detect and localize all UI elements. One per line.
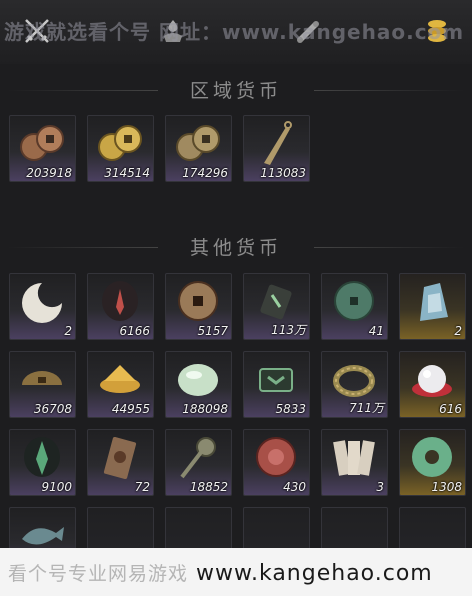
footer-domain: www.kangehao.com [196,561,433,586]
item-count: 6166 [119,324,150,338]
regional-currency-slot[interactable]: 203918 [9,115,76,182]
other-currency-slot[interactable]: 188098 [165,351,232,418]
jade-stone-icon [420,283,448,321]
item-count: 3 [376,480,384,494]
green-leaf-token-icon [24,437,60,477]
item-count: 113083 [260,166,306,180]
gold-coins-icon [98,125,142,161]
section-title-other: 其他货币 [0,233,472,260]
section-title-regional: 区域货币 [0,76,472,103]
gold-dust-icon [100,365,140,393]
other-currency-slot[interactable]: 2 [399,273,466,340]
item-count: 616 [439,402,462,416]
item-count: 1308 [431,480,462,494]
coin-sword-icon [180,437,216,479]
item-count: 2 [64,324,72,338]
item-count: 72 [134,480,150,494]
other-currency-slot[interactable]: 41 [321,273,388,340]
other-currency-slot[interactable]: 9100 [9,429,76,496]
tag-token-icon [260,284,292,320]
item-count: 188098 [182,402,228,416]
other-currency-slot[interactable]: 72 [87,429,154,496]
footer-prefix: 看个号专业网易游戏 [8,563,189,585]
other-currency-slot[interactable]: 616 [399,351,466,418]
other-currency-slot[interactable]: 711万 [321,351,388,418]
other-currency-slot[interactable]: 113万 [243,273,310,340]
other-currency-slot[interactable]: 1308 [399,429,466,496]
green-jade-coin-icon [334,281,374,321]
item-count: 711万 [349,401,384,415]
item-count: 36708 [33,402,72,416]
item-count: 18852 [189,480,228,494]
footer-watermark: 看个号专业网易游戏 www.kangehao.com [0,548,472,596]
item-count: 430 [283,480,306,494]
ancient-coin-icon [178,281,218,321]
other-currency-slot[interactable]: 430 [243,429,310,496]
coin-string-icon [333,365,375,397]
item-count: 44955 [111,402,150,416]
knife-coin-icon [264,121,292,165]
red-feather-token-icon [102,281,138,321]
bronze-coins-icon [176,125,220,161]
regional-currency-slot[interactable]: 314514 [87,115,154,182]
other-currency-slot[interactable]: 5833 [243,351,310,418]
bronze-plaque-icon [103,436,137,480]
pearl-icon [412,365,452,397]
watermark-top: 游戏就选看个号 网址：www.kangehao.com [4,20,465,44]
regional-currency-slot[interactable]: 174296 [165,115,232,182]
other-currency-slot[interactable]: 6166 [87,273,154,340]
category-tab-bar: 游戏就选看个号 网址：www.kangehao.com [0,0,472,64]
item-count: 2 [454,324,462,338]
other-currency-slot[interactable]: 5157 [165,273,232,340]
item-count: 9100 [41,480,72,494]
other-currency-slot[interactable]: 2 [9,273,76,340]
item-count: 174296 [182,166,228,180]
other-currency-slot[interactable]: 44955 [87,351,154,418]
crescent-jade-icon [22,283,62,323]
copper-coins-icon [20,125,64,161]
item-count: 5157 [197,324,228,338]
other-currency-slot[interactable]: 18852 [165,429,232,496]
red-seal-icon [256,437,296,477]
other-currency-slot[interactable]: 36708 [9,351,76,418]
jade-tablet-icon [259,368,293,392]
white-jade-icon [178,364,218,396]
bowl-coin-icon [22,371,62,385]
item-count: 5833 [275,402,306,416]
paper-notes-icon [333,440,375,476]
item-count: 41 [368,324,384,338]
item-count: 203918 [26,166,72,180]
item-count: 314514 [104,166,150,180]
other-currency-slot[interactable]: 3 [321,429,388,496]
regional-currency-slot[interactable]: 113083 [243,115,310,182]
item-count: 113万 [271,323,306,337]
jade-bi-icon [412,437,452,477]
